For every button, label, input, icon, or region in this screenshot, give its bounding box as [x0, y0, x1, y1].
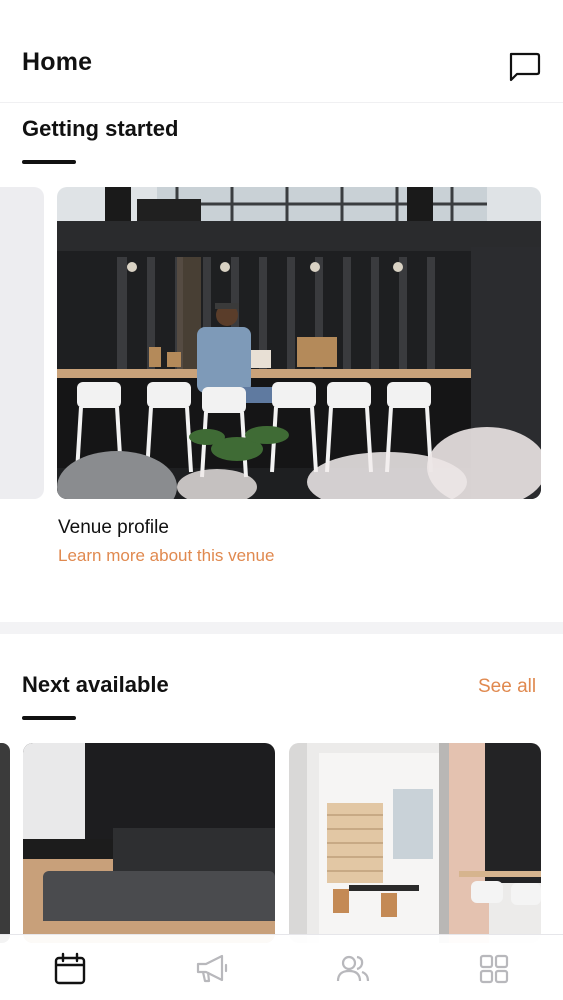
- venue-profile-card-image[interactable]: [57, 187, 541, 499]
- section-underline: [22, 716, 76, 720]
- previous-card-peek[interactable]: [0, 187, 44, 499]
- space-card-dining[interactable]: [289, 743, 541, 943]
- home-screen: Home Getting started Venue profile Learn…: [0, 0, 563, 1000]
- bottom-tab-bar: [0, 934, 563, 1000]
- section-underline: [22, 160, 76, 164]
- page-title: Home: [22, 48, 93, 76]
- previous-space-peek[interactable]: [0, 743, 10, 943]
- section-title-getting-started: Getting started: [22, 116, 179, 141]
- megaphone-icon[interactable]: [192, 949, 232, 989]
- grid-icon[interactable]: [474, 949, 514, 989]
- calendar-icon[interactable]: [50, 949, 90, 989]
- people-icon[interactable]: [333, 949, 373, 989]
- section-title-next-available: Next available: [22, 672, 169, 697]
- venue-profile-link[interactable]: Learn more about this venue: [58, 546, 274, 566]
- chat-bubble-icon[interactable]: [506, 50, 542, 84]
- venue-profile-title: Venue profile: [58, 517, 169, 538]
- space-card-lounge[interactable]: [23, 743, 275, 943]
- top-header: Home: [0, 0, 563, 103]
- section-divider: [0, 622, 563, 634]
- see-all-link[interactable]: See all: [478, 676, 536, 698]
